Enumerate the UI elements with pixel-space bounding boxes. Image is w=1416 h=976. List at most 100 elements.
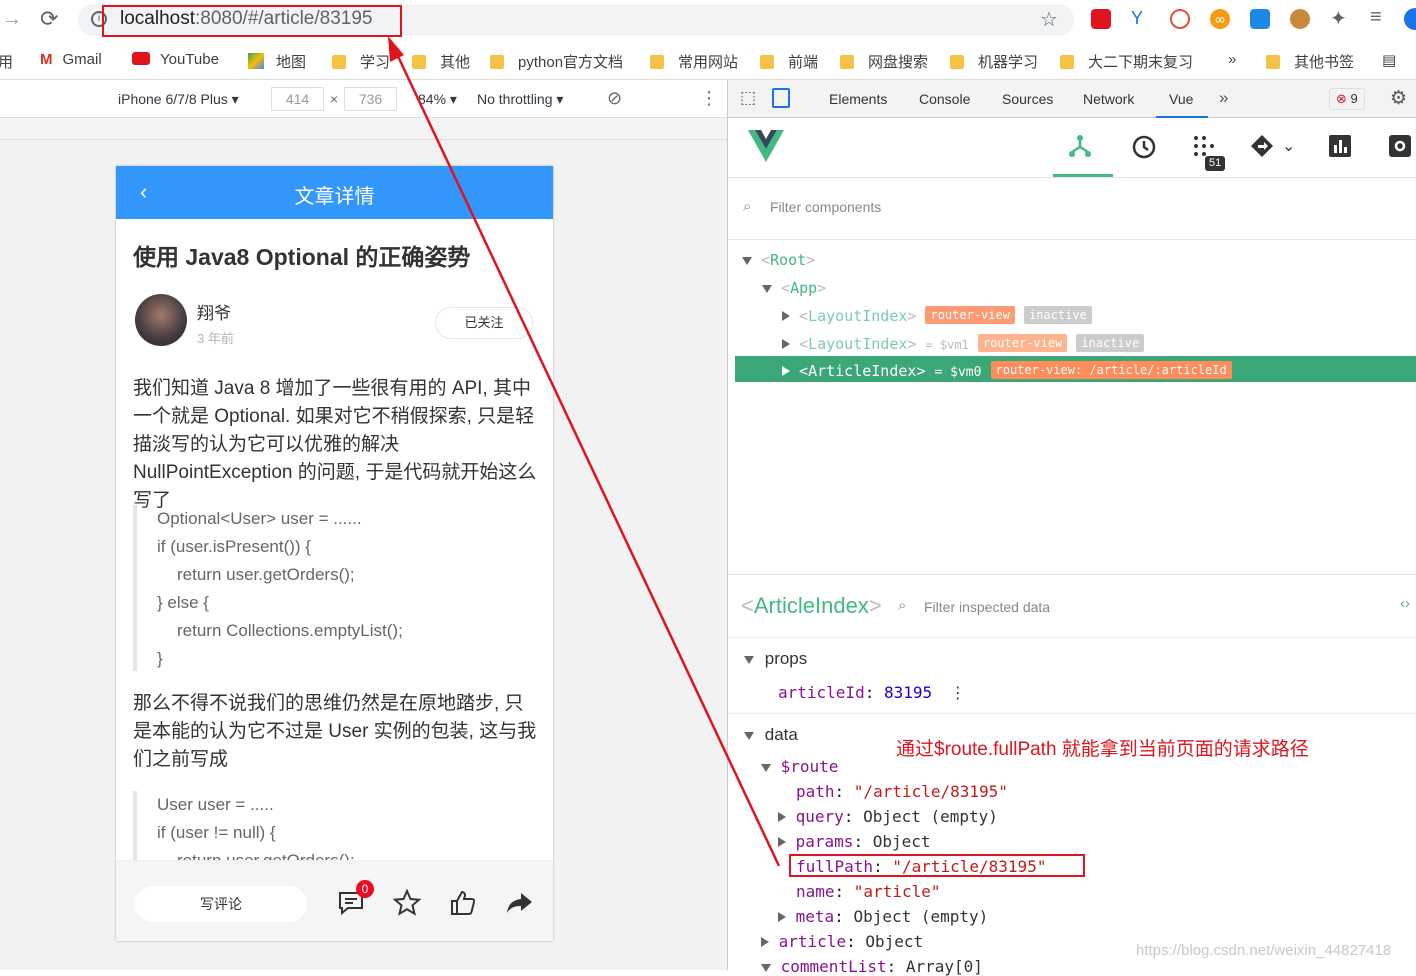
expand-caret-icon[interactable] (744, 656, 754, 664)
collapse-caret-icon[interactable] (778, 812, 786, 822)
height-input[interactable]: 736 (344, 87, 397, 111)
kebab-menu-icon[interactable]: ⋮ (950, 683, 966, 702)
history-icon[interactable] (1131, 134, 1157, 160)
collapse-caret-icon[interactable] (782, 339, 790, 349)
cookie-icon[interactable] (1290, 9, 1310, 29)
data-route-row[interactable]: $route (761, 757, 838, 776)
expand-caret-icon[interactable] (742, 257, 752, 265)
active-view-indicator (1053, 174, 1113, 177)
device-select[interactable]: iPhone 6/7/8 Plus ▾ (118, 91, 239, 108)
expand-caret-icon[interactable] (762, 285, 772, 293)
routing-icon[interactable] (1250, 134, 1274, 158)
write-comment-button[interactable]: 写评论 (135, 886, 307, 922)
profile-icon[interactable] (1404, 8, 1416, 30)
data-section-header[interactable]: data (744, 725, 798, 745)
share-icon[interactable] (504, 888, 534, 918)
bookmark-python[interactable]: python官方文档 (490, 51, 623, 72)
adblock-icon[interactable] (1091, 9, 1111, 29)
collapse-caret-icon[interactable] (778, 912, 786, 922)
infinity-icon[interactable]: ∞ (1210, 9, 1230, 29)
bookmark-ml[interactable]: 机器学习 (950, 51, 1038, 72)
thumbs-up-icon[interactable] (448, 888, 478, 918)
tab-console[interactable]: Console (919, 91, 970, 107)
component-filter-bar: ⌕ Filter components (728, 178, 1416, 240)
router-view-tag: router-view (977, 334, 1068, 352)
route-meta-row[interactable]: meta: Object (empty) (778, 907, 988, 926)
hex-icon[interactable] (1250, 9, 1270, 29)
filter-components-input[interactable]: Filter components (770, 199, 881, 215)
data-commentlist-row[interactable]: commentList: Array[0] (761, 957, 983, 976)
author-name: 翔爷 (197, 304, 231, 323)
folder-icon (490, 55, 504, 69)
bookmark-other-bookmarks[interactable]: 其他书签 (1266, 51, 1354, 72)
bookmark-review[interactable]: 大二下期末复习 (1060, 51, 1193, 72)
bookmark-gmail[interactable]: M Gmail (40, 51, 102, 68)
comment-count-badge: 0 (356, 880, 374, 898)
more-options-icon[interactable]: ⋮ (700, 88, 718, 109)
error-counter[interactable]: ⊗ 9 (1329, 88, 1365, 110)
reading-list-icon[interactable]: ▤ (1382, 51, 1396, 69)
tree-row-root[interactable]: <Root> (742, 251, 815, 269)
vpn-icon[interactable]: Y (1131, 8, 1143, 29)
code-view-icon[interactable]: ‹› (1400, 595, 1410, 612)
props-section-header[interactable]: props (744, 649, 807, 669)
extensions-icon[interactable]: ✦ (1330, 6, 1347, 31)
reading-list-icon[interactable]: ≡ (1370, 6, 1382, 29)
tree-row-app[interactable]: <App> (762, 279, 826, 297)
data-article-row[interactable]: article: Object (761, 932, 923, 951)
bookmark-other[interactable]: 其他 (412, 51, 470, 72)
follow-button[interactable]: 已关注 (435, 307, 533, 339)
events-icon[interactable] (1192, 134, 1216, 158)
inactive-tag: inactive (1023, 306, 1092, 324)
tree-row-article-index[interactable]: <ArticleIndex> = $vm0 router-view: /arti… (782, 361, 1232, 380)
tree-row-layout-index[interactable]: <LayoutIndex> router-view inactive (782, 306, 1092, 325)
width-input[interactable]: 414 (271, 87, 324, 111)
route-params-row[interactable]: params: Object (778, 832, 931, 851)
tab-network[interactable]: Network (1083, 91, 1134, 107)
chevron-down-icon[interactable]: ⌄ (1282, 136, 1295, 156)
folder-icon (412, 55, 426, 69)
reload-icon[interactable]: ⟳ (40, 6, 58, 32)
collapse-caret-icon[interactable] (778, 837, 786, 847)
bookmark-youtube[interactable]: YouTube (132, 51, 219, 68)
settings-gear-icon[interactable]: ⚙ (1390, 87, 1407, 110)
bookmark-pansearch[interactable]: 网盘搜索 (840, 51, 928, 72)
inspect-element-icon[interactable]: ⬚ (740, 88, 756, 108)
collapse-caret-icon[interactable] (761, 937, 769, 947)
collapse-caret-icon[interactable] (782, 366, 790, 376)
zoom-select[interactable]: 84% ▾ (418, 91, 457, 108)
device-toggle-icon[interactable] (772, 88, 790, 108)
filter-inspected-input[interactable]: Filter inspected data (924, 599, 1050, 615)
bookmark-apps[interactable]: 用 (0, 51, 13, 72)
expand-caret-icon[interactable] (744, 732, 754, 740)
expand-caret-icon[interactable] (761, 964, 771, 972)
forward-icon[interactable]: → (2, 8, 22, 31)
bookmark-maps[interactable]: 地图 (248, 51, 306, 72)
throttle-select[interactable]: No throttling ▾ (477, 91, 563, 108)
bookmark-frontend[interactable]: 前端 (760, 51, 818, 72)
vue-devtools-toolbar: 51 ⌄ (728, 118, 1416, 178)
expand-caret-icon[interactable] (761, 764, 771, 772)
folder-icon (760, 55, 774, 69)
vue-settings-icon[interactable] (1389, 135, 1411, 157)
prop-article-id: articleId: 83195 ⋮ (778, 683, 966, 702)
star-icon[interactable]: ☆ (1040, 7, 1058, 32)
components-tree-icon[interactable] (1068, 134, 1092, 160)
performance-icon[interactable] (1329, 135, 1351, 157)
tab-vue[interactable]: Vue (1169, 91, 1193, 107)
route-query-row[interactable]: query: Object (empty) (778, 807, 998, 826)
collapse-caret-icon[interactable] (782, 311, 790, 321)
avatar[interactable] (135, 294, 187, 346)
more-tabs-icon[interactable]: » (1219, 88, 1228, 108)
rotate-icon[interactable]: ⊘ (607, 88, 622, 109)
youtube-icon (132, 52, 150, 65)
tab-sources[interactable]: Sources (1002, 91, 1053, 107)
tree-row-layout-index[interactable]: <LayoutIndex> = $vm1 router-view inactiv… (782, 334, 1145, 353)
record-icon[interactable] (1170, 9, 1190, 29)
bookmark-common[interactable]: 常用网站 (650, 51, 738, 72)
star-icon[interactable] (392, 888, 422, 918)
tab-elements[interactable]: Elements (829, 91, 887, 107)
router-view-path-tag: router-view: /article/:articleId (990, 361, 1232, 379)
bookmarks-overflow[interactable]: » (1228, 51, 1236, 68)
bookmark-study[interactable]: 学习 (332, 51, 390, 72)
